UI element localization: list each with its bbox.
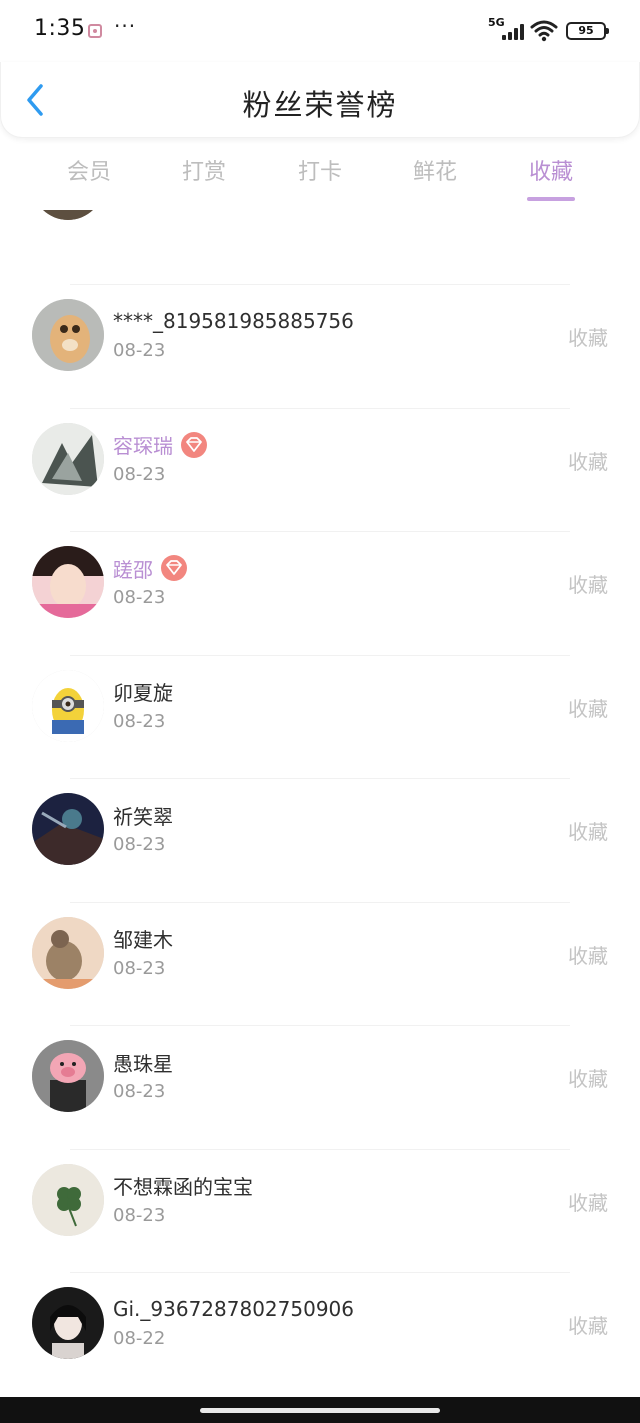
screen: 1:35 ··· 5G 95 粉丝荣誉榜 会员 打赏 打卡 鲜花 收藏 ****… [0, 0, 640, 1423]
list-item-date: 08-23 [113, 587, 166, 608]
list-item-name-line: 祈笑翠 [113, 801, 173, 829]
list-item-action: 收藏 [568, 1190, 608, 1215]
divider [70, 1148, 570, 1150]
list-item[interactable]: 蹉邵 08-23 收藏 [0, 531, 640, 655]
tab-tipping[interactable]: 打赏 [146, 154, 262, 186]
avatar [32, 299, 104, 371]
avatar [32, 669, 104, 742]
divider [70, 531, 570, 532]
list-item-name-line: Gi._9367287802750906 [113, 1295, 354, 1323]
fan-list: 08-23 ****_819581985885756 08-23 收藏 容琛瑞 [0, 210, 640, 1398]
list-item[interactable]: 祈笑翠 08-23 收藏 [0, 778, 640, 902]
list-item[interactable]: 不想霖函的宝宝 08-23 收藏 [0, 1148, 640, 1273]
list-item-name: 不想霖函的宝宝 [113, 1175, 253, 1199]
list-item-action: 收藏 [568, 943, 608, 968]
tab-check-in[interactable]: 打卡 [262, 154, 378, 186]
list-item-date: 08-23 [113, 1081, 166, 1102]
divider [70, 901, 570, 903]
navigation-bar [0, 1397, 640, 1423]
status-time: 1:35 [34, 16, 86, 41]
list-item-date: 08-23 [113, 710, 166, 732]
list-item-name: ****_819581985885756 [113, 309, 354, 333]
header: 粉丝荣誉榜 [0, 62, 640, 138]
tab-favorites[interactable]: 收藏 [493, 154, 609, 186]
list-item-date: 08-22 [113, 1328, 166, 1349]
tab-flowers[interactable]: 鲜花 [377, 154, 493, 186]
cellular-signal-icon: 5G [488, 16, 524, 42]
list-item-name: 邹建木 [113, 928, 173, 952]
list-item[interactable]: ****_819581985885756 08-23 收藏 [0, 284, 640, 408]
divider [70, 1272, 570, 1273]
divider [70, 407, 570, 409]
list-item-name: 祈笑翠 [113, 804, 173, 829]
status-bar: 1:35 ··· 5G 95 [0, 0, 640, 62]
list-item-action: 收藏 [568, 696, 608, 721]
app-notification-icon [88, 24, 102, 38]
list-item[interactable]: 愚珠星 08-23 收藏 [0, 1025, 640, 1149]
list-item-date: 08-23 [113, 1204, 166, 1226]
list-item[interactable]: Gi._9367287802750906 08-22 收藏 [0, 1272, 640, 1396]
avatar [32, 210, 104, 220]
list-item-name-line: 卯夏旋 [113, 678, 173, 706]
list-item-name: Gi._9367287802750906 [113, 1297, 355, 1321]
list-item-action: 收藏 [568, 573, 608, 597]
list-item-name-line: 愚珠星 [113, 1048, 173, 1076]
list-item-action: 收藏 [568, 1067, 608, 1091]
list-item-name-line: 蹉邵 [113, 554, 187, 582]
list-item-date: 08-23 [113, 957, 166, 979]
list-item-name: 容琛瑞 [113, 434, 173, 458]
list-item-name-line: 容琛瑞 [113, 431, 207, 459]
avatar [32, 1287, 104, 1359]
home-indicator[interactable] [200, 1408, 440, 1413]
battery-icon: 95 [566, 22, 609, 40]
list-item-action: 收藏 [568, 326, 608, 350]
list-item[interactable]: 卯夏旋 08-23 收藏 [0, 654, 640, 779]
page-title: 粉丝荣誉榜 [242, 88, 398, 122]
vip-diamond-icon [181, 431, 207, 458]
active-tab-indicator [527, 197, 575, 201]
divider [70, 1025, 570, 1026]
list-item[interactable]: 邹建木 08-23 收藏 [0, 901, 640, 1026]
list-item-name: 蹉邵 [113, 557, 153, 582]
list-item-date: 08-23 [113, 463, 166, 485]
tab-bar: 会员 打赏 打卡 鲜花 收藏 [0, 144, 640, 206]
avatar [32, 1040, 104, 1112]
battery-level: 95 [578, 24, 594, 37]
divider [70, 778, 570, 779]
vip-diamond-icon [161, 555, 187, 581]
divider [70, 284, 570, 285]
list-item[interactable]: 08-23 [0, 210, 640, 257]
list-item-action: 收藏 [568, 1314, 608, 1338]
list-item-name: 愚珠星 [113, 1051, 173, 1076]
avatar [32, 422, 104, 495]
list-item-name-line: ****_819581985885756 [113, 307, 354, 335]
list-item-name-line: 邹建木 [113, 925, 173, 953]
list-item-date: 08-23 [113, 834, 166, 855]
avatar [32, 793, 104, 865]
more-notifications-icon: ··· [114, 14, 137, 38]
avatar [32, 1163, 104, 1236]
list-item[interactable]: 容琛瑞 08-23 收藏 [0, 407, 640, 532]
avatar [32, 916, 104, 989]
wifi-icon [530, 20, 558, 42]
list-item-date: 08-23 [113, 340, 166, 361]
list-item-action: 收藏 [568, 820, 608, 844]
avatar [32, 546, 104, 618]
divider [70, 654, 570, 656]
list-item-name-line: 不想霖函的宝宝 [113, 1172, 253, 1200]
list-item-name: 卯夏旋 [113, 681, 173, 705]
list-item-action: 收藏 [568, 449, 608, 474]
tab-membership[interactable]: 会员 [31, 154, 147, 186]
